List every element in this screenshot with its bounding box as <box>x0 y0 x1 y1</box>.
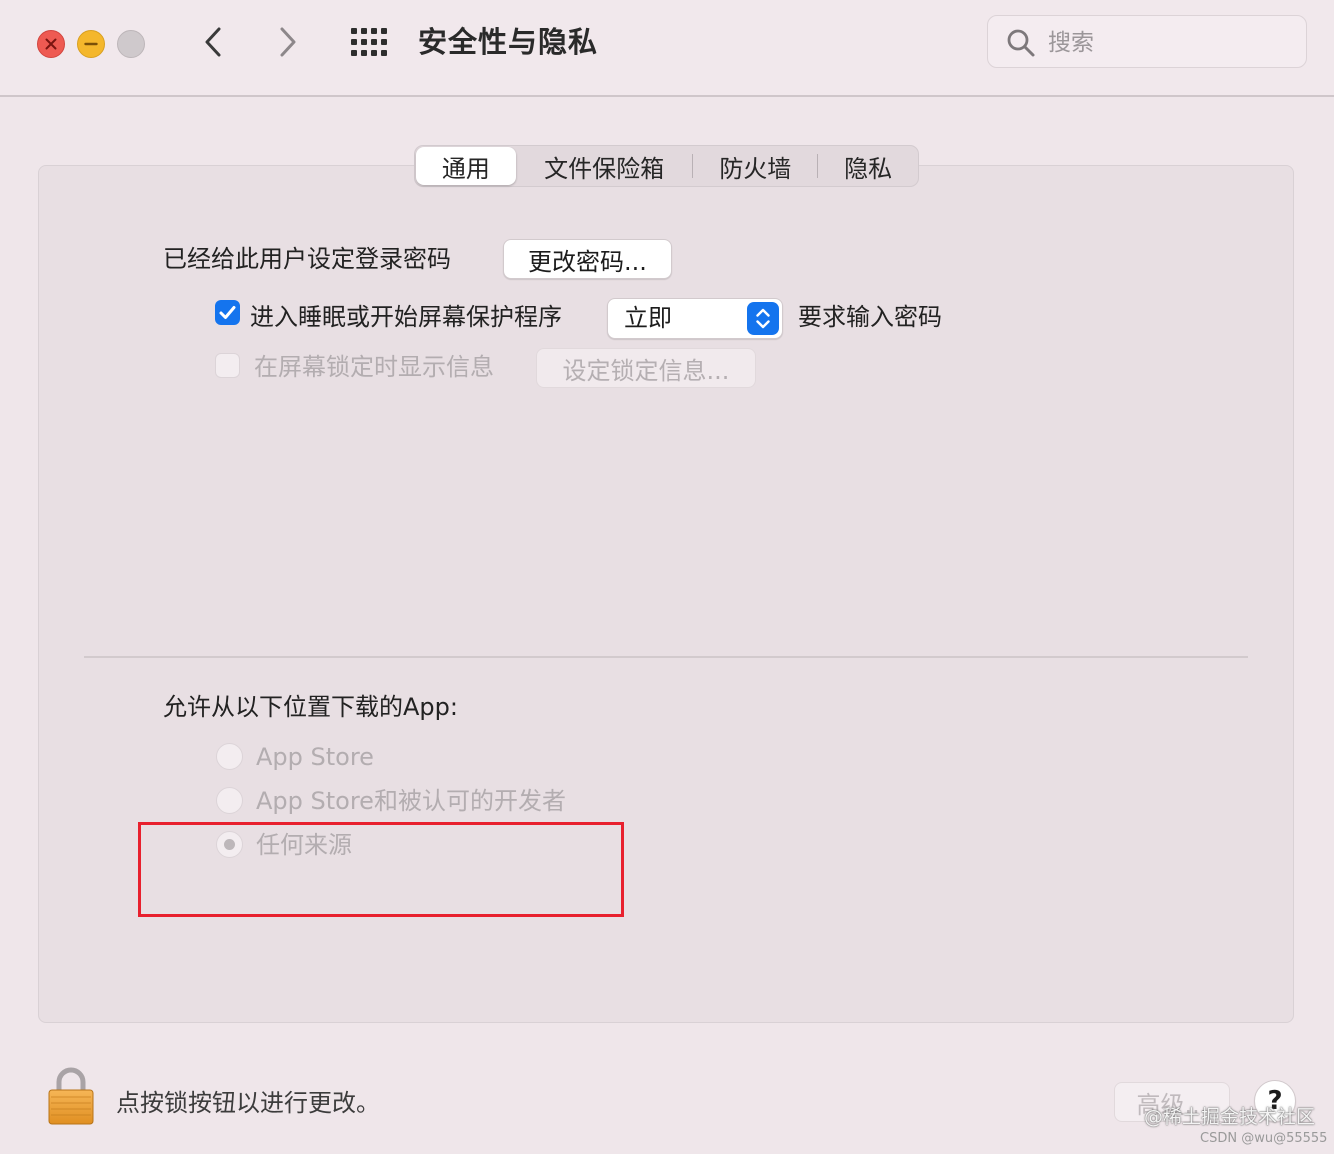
watermark-csdn: CSDN @wu@55555 <box>1200 1131 1328 1146</box>
select-arrows-icon <box>747 302 779 335</box>
radio-app-store[interactable] <box>216 743 243 770</box>
radio-app-store-identified[interactable] <box>216 787 243 814</box>
tab-general[interactable]: 通用 <box>416 147 516 185</box>
window-title: 安全性与隐私 <box>418 25 599 59</box>
password-set-label: 已经给此用户设定登录密码 <box>163 245 451 273</box>
minimize-window-button[interactable] <box>77 30 105 58</box>
require-password-checkbox[interactable] <box>215 300 240 325</box>
allow-downloads-title: 允许从以下位置下载的App: <box>163 693 458 721</box>
require-password-suffix-label: 要求输入密码 <box>798 303 942 331</box>
set-lock-message-button[interactable]: 设定锁定信息... <box>536 348 756 388</box>
change-password-button[interactable]: 更改密码... <box>503 239 672 279</box>
radio-app-store-identified-label: App Store和被认可的开发者 <box>256 787 566 815</box>
password-delay-select[interactable]: 立即 <box>607 298 783 339</box>
tab-filevault[interactable]: 文件保险箱 <box>516 147 693 185</box>
show-all-grid-icon[interactable] <box>350 27 388 57</box>
search-input[interactable] <box>1046 24 1290 62</box>
annotation-highlight-box <box>138 822 624 917</box>
lock-hint-text: 点按锁按钮以进行更改。 <box>116 1089 380 1117</box>
title-bar: 安全性与隐私 <box>0 0 1334 97</box>
show-lock-message-label: 在屏幕锁定时显示信息 <box>254 353 494 381</box>
tab-privacy[interactable]: 隐私 <box>818 147 918 185</box>
password-delay-value: 立即 <box>624 304 672 332</box>
section-divider <box>84 656 1248 658</box>
radio-app-store-label: App Store <box>256 743 374 771</box>
watermark-juejin: @稀土掘金技术社区 <box>1144 1106 1316 1128</box>
lock-icon[interactable] <box>46 1066 96 1126</box>
zoom-window-button[interactable] <box>117 30 145 58</box>
forward-chevron-icon[interactable] <box>268 22 308 62</box>
minimize-icon <box>84 42 98 46</box>
tab-firewall[interactable]: 防火墙 <box>693 147 817 185</box>
search-field[interactable] <box>987 15 1307 68</box>
close-icon <box>45 38 57 50</box>
close-window-button[interactable] <box>37 30 65 58</box>
back-chevron-icon[interactable] <box>193 22 233 62</box>
show-lock-message-checkbox[interactable] <box>215 353 240 378</box>
require-password-prefix-label: 进入睡眠或开始屏幕保护程序 <box>250 303 562 331</box>
tab-bar: 通用 文件保险箱 防火墙 隐私 <box>414 145 919 187</box>
checkmark-icon <box>219 306 236 319</box>
search-icon <box>1007 29 1035 57</box>
